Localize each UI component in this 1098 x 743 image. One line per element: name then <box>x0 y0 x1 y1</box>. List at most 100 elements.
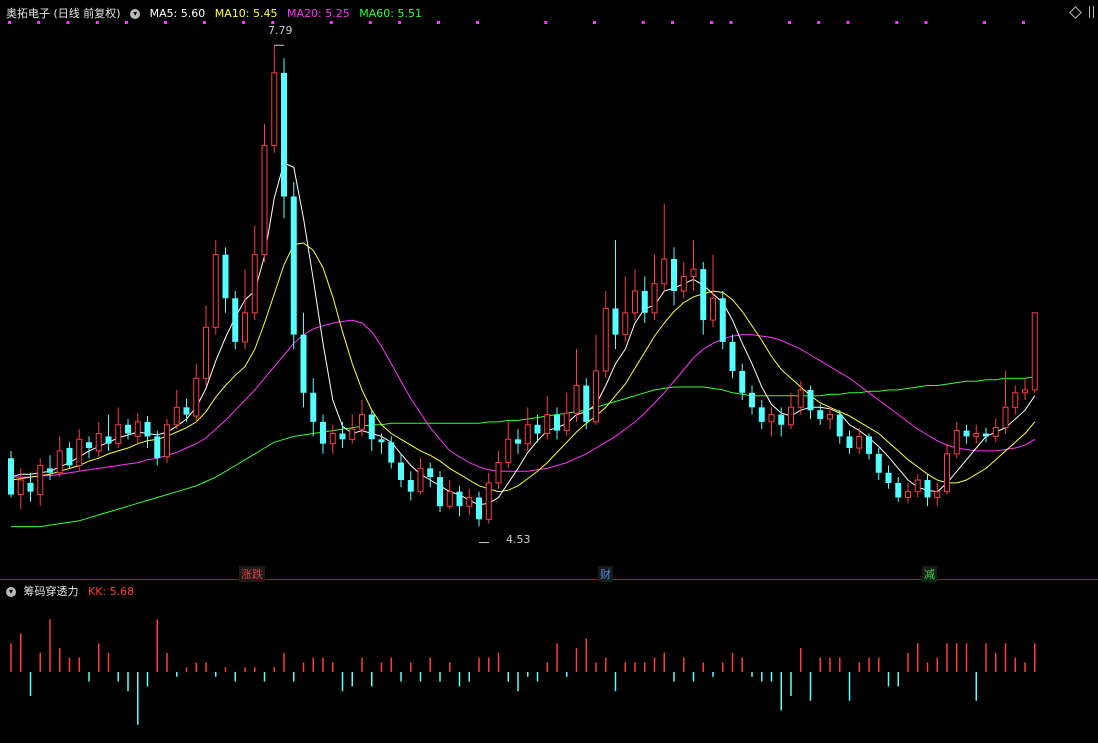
candle-body <box>719 298 726 342</box>
candle <box>95 421 102 457</box>
candle-body <box>944 453 950 493</box>
candle-body <box>524 424 531 445</box>
candle <box>37 458 44 507</box>
signal-dot <box>125 21 128 24</box>
candle <box>807 385 814 419</box>
candle <box>827 407 833 430</box>
signal-dot <box>329 21 333 24</box>
candle-body <box>573 385 580 414</box>
candle-body <box>212 254 219 328</box>
signal-dot <box>846 21 850 24</box>
candle-body <box>144 421 151 437</box>
candle-body <box>261 145 268 256</box>
candle <box>700 261 707 335</box>
indicator-settings-icon[interactable]: ▾ <box>6 587 16 597</box>
candle <box>671 247 677 306</box>
candle <box>125 418 131 440</box>
candle-body <box>476 497 482 520</box>
candle <box>914 474 921 498</box>
candle-body <box>271 72 278 147</box>
candle <box>281 58 287 219</box>
candle <box>66 442 73 469</box>
candle-body <box>232 298 239 342</box>
candle <box>115 407 122 449</box>
candle <box>76 429 83 472</box>
candle <box>602 291 609 379</box>
candle-body <box>485 482 492 520</box>
candle-body <box>437 477 443 507</box>
candle-body <box>495 462 502 484</box>
candle-body <box>173 406 180 426</box>
stock-title: 奥拓电子 (日线 前复权) <box>6 7 121 20</box>
candle <box>505 421 512 469</box>
indicator-legend: ▾ 筹码穿透力 KK: 5.68 <box>6 583 134 599</box>
candle-body <box>641 291 648 313</box>
candle <box>183 398 190 422</box>
candle-body <box>583 385 590 422</box>
candle <box>515 429 521 454</box>
indicator-chart[interactable] <box>0 580 1098 743</box>
candle-body <box>349 428 356 440</box>
indicator-value: KK: 5.68 <box>88 585 135 598</box>
candle-body <box>778 414 785 425</box>
candle-body <box>924 480 931 498</box>
candle-body <box>105 436 112 444</box>
ma20-label: MA20: 5.25 <box>287 7 350 20</box>
candlestick-chart[interactable] <box>0 0 1098 580</box>
signal-dot <box>895 21 899 24</box>
signal-dot <box>437 21 440 24</box>
signal-dot <box>95 21 99 24</box>
candle <box>193 363 200 422</box>
candle-body <box>47 468 53 473</box>
candle <box>56 436 63 478</box>
candle-body <box>154 436 161 459</box>
candle-body <box>710 297 716 321</box>
candle <box>934 482 941 507</box>
candle-body <box>992 427 999 437</box>
candle-body <box>875 453 882 473</box>
candle <box>407 471 414 501</box>
candle <box>47 455 53 481</box>
candle-body <box>1031 312 1038 391</box>
candle <box>524 407 531 451</box>
candle-body <box>953 430 960 455</box>
settings-circle-icon[interactable]: ▾ <box>130 9 141 19</box>
signal-dot <box>8 21 11 24</box>
candle-body <box>290 196 297 335</box>
candle <box>300 312 307 408</box>
candle-body <box>417 467 424 493</box>
candle-body <box>963 430 970 437</box>
candle <box>476 491 482 527</box>
scroll-handle-icon[interactable] <box>1089 6 1094 18</box>
candle-body <box>134 421 141 437</box>
candle-body <box>56 450 63 474</box>
signal-dot <box>788 21 791 24</box>
candle-body <box>300 334 307 393</box>
candle <box>251 225 258 321</box>
candle <box>563 392 570 437</box>
candle <box>632 269 638 321</box>
candle <box>651 254 658 321</box>
signal-dot <box>983 21 986 24</box>
candle <box>612 240 619 350</box>
candle <box>905 482 911 504</box>
candle-body <box>914 479 921 493</box>
candle <box>310 378 317 437</box>
candle <box>203 305 209 386</box>
candle <box>924 474 931 507</box>
candle-body <box>329 432 336 445</box>
candle <box>134 413 141 444</box>
candle-body <box>388 442 395 463</box>
candle-body <box>866 436 872 454</box>
candle-body <box>632 290 638 314</box>
candle <box>1002 370 1009 434</box>
candle <box>992 418 999 443</box>
candle <box>271 45 278 153</box>
candle <box>983 427 989 443</box>
candle <box>875 448 882 481</box>
candle <box>973 424 980 444</box>
ma-legend: 奥拓电子 (日线 前复权) ▾ MA5: 5.60 MA10: 5.45 MA2… <box>6 5 428 21</box>
candle-body <box>593 370 599 423</box>
candle-body <box>729 341 736 371</box>
candle <box>1022 378 1028 401</box>
